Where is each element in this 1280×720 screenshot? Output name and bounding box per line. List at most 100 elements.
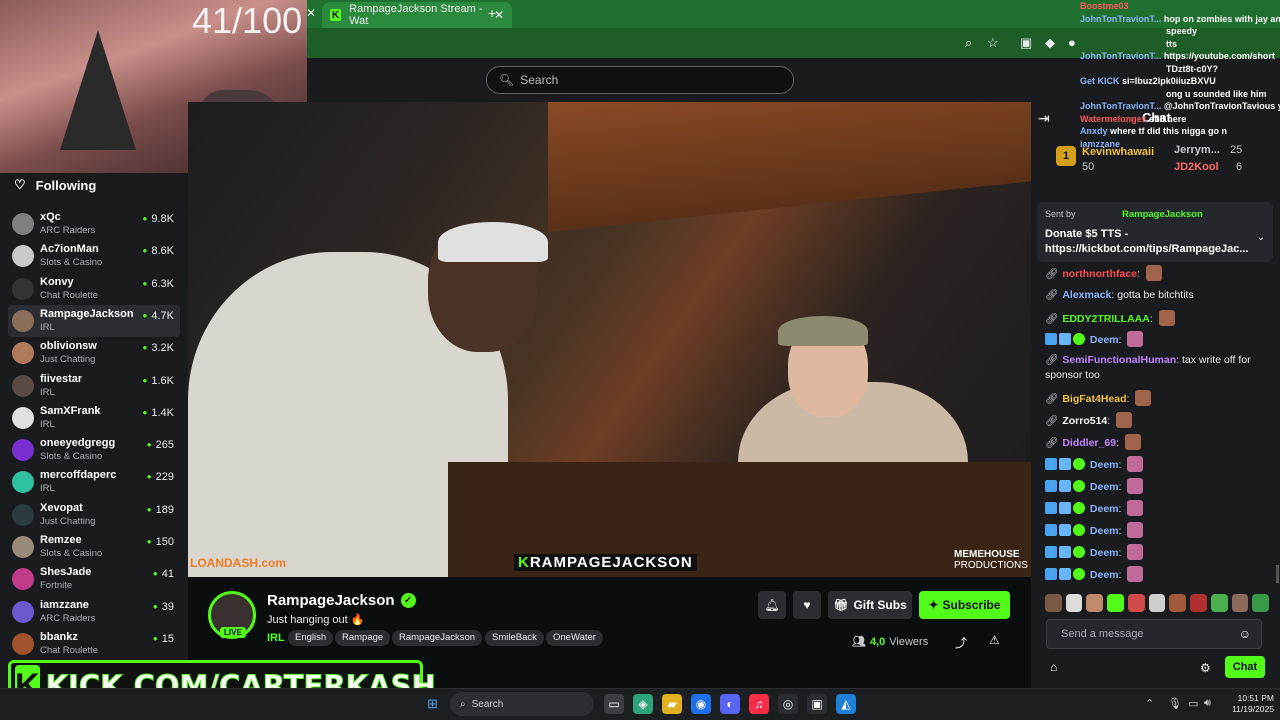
tag[interactable]: RampageJackson	[392, 630, 483, 646]
tray-chevron-icon[interactable]: ⌃	[1145, 697, 1154, 710]
report-icon[interactable]: ⚠	[989, 633, 1000, 647]
app-icon[interactable]: ◈	[633, 694, 653, 714]
app-icon[interactable]: ◎	[778, 694, 798, 714]
chat-username[interactable]: Deem	[1090, 334, 1119, 346]
collapse-chat-icon[interactable]: ⇥	[1038, 110, 1050, 127]
microphone-icon[interactable]: 🎙︎	[1168, 697, 1182, 710]
tag[interactable]: Rampage	[335, 630, 391, 646]
sidebar-channel-ac7ionman[interactable]: Ac7ionManSlots & Casino 8.6K	[8, 240, 180, 272]
chat-message-input[interactable]: Send a message ☺	[1046, 619, 1262, 649]
verified-icon	[1073, 502, 1085, 514]
chat-username[interactable]: Deem	[1090, 481, 1119, 493]
file-explorer-icon[interactable]: ▰	[662, 694, 682, 714]
emote-icon[interactable]	[1231, 594, 1249, 612]
sidebar-channel-xqc[interactable]: xQc ARC Raiders 9.8K	[8, 208, 180, 240]
sidebar-channel-bbankz[interactable]: bbankzChat Roulette 15	[8, 628, 180, 660]
chat-send-button[interactable]: Chat	[1225, 656, 1265, 678]
streamer-name-text: RampageJackson	[267, 592, 395, 609]
watermark-k: K	[518, 554, 530, 571]
sidebar-channel-mercoffdaperc[interactable]: mercoffdapercIRL 229	[8, 466, 180, 498]
gift-subs-button[interactable]: 🎁︎ Gift Subs	[828, 591, 912, 619]
share-icon[interactable]: ⤴	[955, 634, 967, 651]
app-icon[interactable]: ▣	[807, 694, 827, 714]
channel-viewers: 229	[147, 471, 174, 483]
sidebar-channel-iamzzane[interactable]: iamzzaneARC Raiders 39	[8, 596, 180, 628]
search-input[interactable]: 🔍︎ Search	[486, 66, 794, 94]
chrome-icon[interactable]: ◉	[691, 694, 711, 714]
bookmark-star-icon[interactable]: ☆	[987, 35, 999, 51]
close-tab-icon[interactable]: ✕	[306, 6, 316, 20]
app-icon[interactable]: ◭	[836, 694, 856, 714]
display-icon[interactable]: ▭	[1188, 697, 1198, 710]
streamer-name[interactable]: RampageJackson ✓	[267, 592, 416, 609]
sidebar-channel-shesjade[interactable]: ShesJadeFortnite 41	[8, 563, 180, 595]
gear-icon[interactable]: ⚙	[1200, 661, 1211, 675]
store-icon[interactable]: ⌂	[1050, 660, 1057, 674]
chat-username[interactable]: Zorro514	[1062, 415, 1107, 427]
gift-badge-icon	[1059, 546, 1071, 558]
chat-scrollbar[interactable]	[1276, 565, 1279, 583]
emote-icon[interactable]	[1086, 594, 1104, 612]
emote-icon[interactable]	[1065, 594, 1083, 612]
extension-icon[interactable]: ◆	[1045, 35, 1055, 51]
tab-rampagejackson[interactable]: K RampageJackson Stream - Wat ✕	[322, 2, 512, 28]
windows-start-icon[interactable]: ⊞	[427, 696, 441, 711]
tag[interactable]: OneWater	[546, 630, 603, 646]
video-player[interactable]	[188, 102, 1031, 577]
chat-username[interactable]: BigFat4Head	[1062, 393, 1126, 405]
extension-icon[interactable]: ●	[1068, 35, 1076, 50]
sidebar-channel-konvy[interactable]: KonvyChat Roulette 6.3K	[8, 273, 180, 305]
pinned-text[interactable]: Donate $5 TTS - https://kickbot.com/tips…	[1045, 227, 1255, 257]
sidebar-channel-rampagejackson[interactable]: RampageJacksonIRL 4.7K	[8, 304, 180, 337]
emote-icon[interactable]	[1045, 594, 1062, 612]
leaderboard-name[interactable]: JD2Kool	[1174, 161, 1219, 173]
chat-username[interactable]: Deem	[1090, 525, 1119, 537]
taskbar-search[interactable]: ⌕ Search	[450, 692, 594, 716]
emote-icon[interactable]	[1169, 594, 1187, 612]
chat-username[interactable]: SemiFunctionalHuman	[1062, 354, 1176, 366]
chat-username[interactable]: Deem	[1090, 459, 1119, 471]
zoom-icon[interactable]: ⌕	[965, 35, 972, 51]
emoji-icon[interactable]: ☺	[1239, 627, 1251, 641]
task-view-icon[interactable]: ▭	[604, 694, 624, 714]
tag[interactable]: English	[288, 630, 334, 646]
chat-username[interactable]: Deem	[1090, 569, 1119, 581]
music-icon[interactable]: ♫	[749, 694, 769, 714]
subscribe-button[interactable]: ✦ Subscribe	[919, 591, 1010, 619]
chat-username[interactable]: Diddler_69	[1062, 437, 1116, 449]
discord-icon[interactable]: ◐	[720, 694, 740, 714]
new-tab-icon[interactable]: +	[488, 5, 496, 21]
sidebar-channel-fiivestar[interactable]: fiivestarIRL 1.6K	[8, 370, 180, 402]
emote-icon[interactable]	[1127, 594, 1145, 612]
tag[interactable]: SmileBack	[485, 630, 544, 646]
chat-username[interactable]: Alexmack	[1062, 289, 1111, 301]
sidebar-channel-xevopat[interactable]: XevopatJust Chatting 189	[8, 499, 180, 531]
emote-icon[interactable]	[1190, 594, 1207, 612]
notification-bell-button[interactable]: 🔔︎	[758, 591, 786, 619]
emote-icon[interactable]	[1252, 594, 1270, 612]
taskbar-clock[interactable]: 10:51 PM 11/19/2025	[1220, 693, 1274, 715]
chat-username[interactable]: Deem	[1090, 503, 1119, 515]
volume-icon[interactable]: 🔊︎	[1204, 697, 1211, 710]
chat-username[interactable]: northnorthface	[1062, 268, 1137, 280]
sidebar-channel-remzee[interactable]: Remzee Slots & Casino 150	[8, 531, 180, 563]
gift-badge-icon	[1059, 502, 1071, 514]
channel-name: iamzzane	[40, 598, 89, 611]
extension-icon[interactable]: ▣	[1020, 35, 1032, 51]
chat-username[interactable]: EDDY2TRILLAAA	[1062, 313, 1150, 325]
pinned-sender[interactable]: RampageJackson	[1122, 209, 1203, 220]
follow-heart-button[interactable]: ♥	[793, 591, 821, 619]
chat-username[interactable]: Deem	[1090, 547, 1119, 559]
sidebar-channel-oblivionsw[interactable]: oblivionswJust Chatting 3.2K	[8, 337, 180, 369]
pinned-message[interactable]: Sent by RampageJackson Donate $5 TTS - h…	[1037, 202, 1273, 262]
stream-category[interactable]: IRL	[267, 632, 285, 644]
avatar	[12, 309, 34, 332]
emote-icon[interactable]	[1107, 594, 1124, 612]
chevron-down-icon[interactable]: ⌄	[1257, 232, 1265, 243]
sidebar-channel-samxfrank[interactable]: SamXFrankIRL 1.4K	[8, 402, 180, 434]
sidebar-channel-oneeyedgregg[interactable]: oneeyedgreggSlots & Casino 265	[8, 434, 180, 466]
tts-line: JohnTonTravionT... @JohnTonTravionTaviou…	[1080, 100, 1280, 113]
emote-icon[interactable]	[1210, 594, 1228, 612]
emote-icon[interactable]	[1148, 594, 1166, 612]
tts-text: https://youtube.com/short	[1163, 51, 1275, 61]
